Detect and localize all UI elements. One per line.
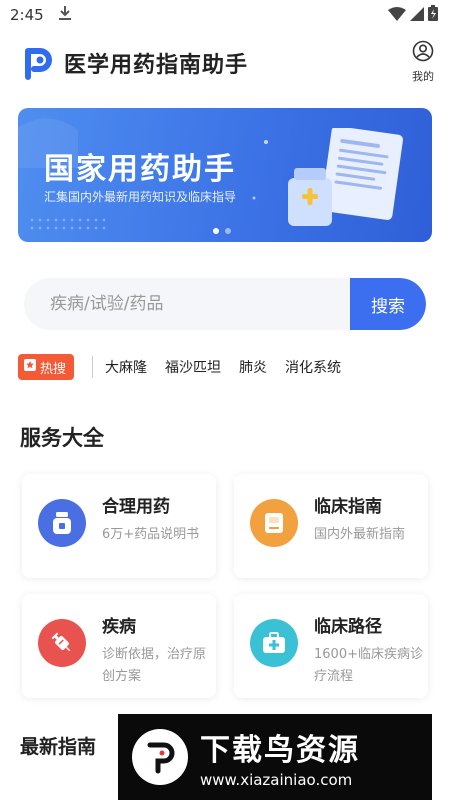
hot-search-item[interactable]: 大麻隆 — [105, 357, 147, 377]
hot-search-item[interactable]: 福沙匹坦 — [165, 357, 221, 377]
service-card-desc: 诊断依据，治疗原创方案 — [102, 647, 207, 684]
latest-guides-title: 最新指南 — [20, 736, 97, 758]
divider — [92, 356, 94, 378]
prescription-illustration-icon — [284, 126, 414, 232]
banner-pagination — [213, 228, 231, 234]
star-icon — [24, 359, 36, 375]
bird-logo-icon — [132, 729, 188, 785]
app-header: 医学用药指南助手 我的 — [0, 30, 450, 96]
promo-banner[interactable]: 国家用药助手 汇集国内外最新用药知识及临床指导 — [18, 108, 432, 242]
banner-dot-1[interactable] — [213, 228, 219, 234]
watermark-brand: 下载鸟资源 — [200, 733, 360, 768]
search-bar: 搜索 — [24, 278, 426, 330]
service-card-desc: 1600+临床疾病诊疗流程 — [314, 647, 423, 684]
wifi-icon — [388, 6, 406, 25]
status-time: 2:45 — [10, 6, 44, 24]
service-card-rational-medication[interactable]: 合理用药 6万+药品说明书 — [22, 474, 216, 578]
status-bar: 2:45 — [0, 0, 450, 30]
book-icon — [250, 499, 298, 547]
hot-search-label: 热搜 — [40, 361, 67, 377]
service-card-title: 疾病 — [102, 617, 136, 637]
syringe-icon — [38, 619, 86, 667]
user-icon — [412, 40, 434, 66]
watermark-overlay: 下载鸟资源 www.xiazainiao.com — [118, 714, 432, 800]
medical-kit-icon — [250, 619, 298, 667]
hot-search-row: 热搜 大麻隆 福沙匹坦 肺炎 消化系统 — [18, 352, 432, 382]
banner-dot-2[interactable] — [225, 228, 231, 234]
service-card-title: 合理用药 — [102, 497, 170, 517]
battery-icon — [428, 5, 438, 25]
service-card-desc: 6万+药品说明书 — [102, 527, 200, 542]
banner-subtitle: 汇集国内外最新用药知识及临床指导 — [44, 190, 237, 204]
mine-button[interactable]: 我的 — [412, 40, 434, 84]
banner-title: 国家用药助手 — [44, 152, 236, 187]
search-input[interactable] — [24, 278, 350, 330]
hot-search-badge: 热搜 — [18, 354, 75, 380]
service-card-title: 临床指南 — [314, 497, 382, 517]
service-card-clinical-pathway[interactable]: 临床路径 1600+临床疾病诊疗流程 — [234, 594, 428, 698]
services-section-title: 服务大全 — [20, 426, 104, 450]
service-card-disease[interactable]: 疾病 诊断依据，治疗原创方案 — [22, 594, 216, 698]
app-title: 医学用药指南助手 — [64, 53, 249, 78]
app-logo-icon — [20, 46, 54, 80]
search-button[interactable]: 搜索 — [350, 278, 426, 330]
medicine-bottle-icon — [38, 499, 86, 547]
download-icon — [58, 5, 72, 25]
watermark-url: www.xiazainiao.com — [200, 771, 353, 789]
service-card-desc: 国内外最新指南 — [314, 527, 406, 542]
hot-search-item[interactable]: 消化系统 — [285, 357, 341, 377]
service-card-title: 临床路径 — [314, 617, 382, 637]
hot-search-item[interactable]: 肺炎 — [239, 357, 267, 377]
services-grid: 合理用药 6万+药品说明书 临床指南 国内外最新指南 疾病 诊断依据，治疗原创方… — [22, 474, 428, 698]
signal-icon — [410, 6, 424, 25]
mine-label: 我的 — [412, 70, 434, 83]
service-card-clinical-guide[interactable]: 临床指南 国内外最新指南 — [234, 474, 428, 578]
